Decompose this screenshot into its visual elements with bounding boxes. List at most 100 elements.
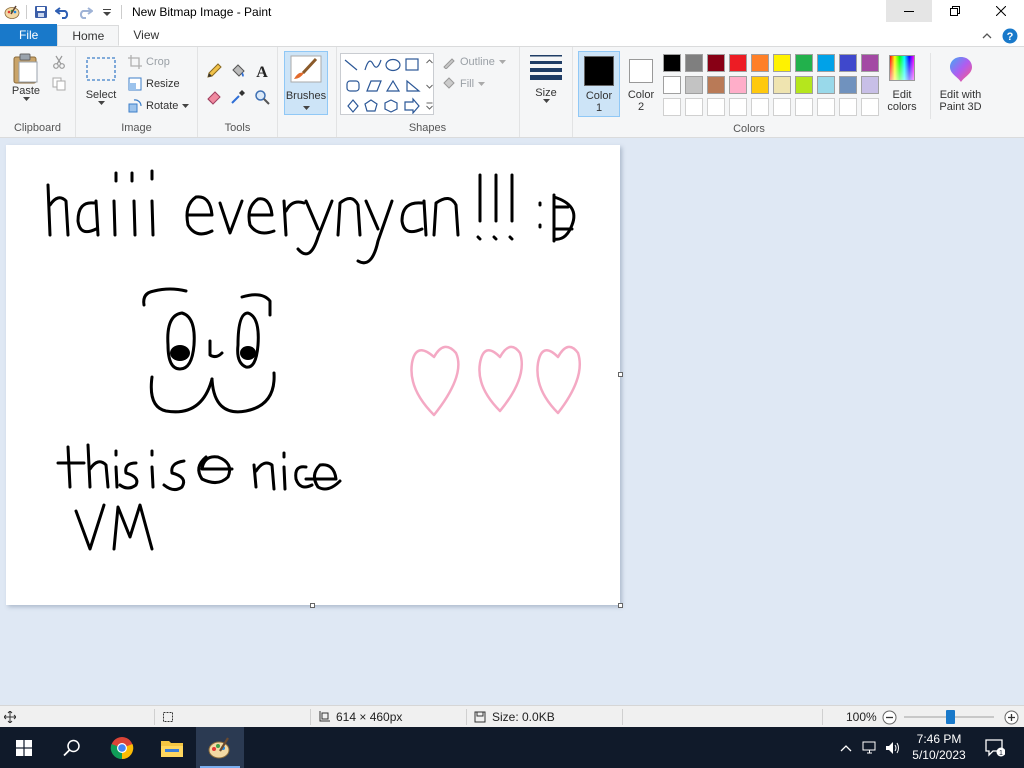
color2-button[interactable]: Color 2: [622, 51, 660, 117]
taskbar-paint[interactable]: [196, 727, 244, 768]
palette-swatch[interactable]: [729, 54, 747, 72]
color-picker-icon[interactable]: [230, 89, 246, 105]
palette-swatch[interactable]: [663, 76, 681, 94]
drawing-canvas[interactable]: [6, 145, 620, 605]
resize-handle-right[interactable]: [618, 372, 623, 377]
search-button[interactable]: [48, 727, 96, 768]
paint-app-icon[interactable]: [4, 4, 20, 20]
palette-swatch[interactable]: [861, 98, 879, 116]
zoom-slider-thumb[interactable]: [946, 710, 955, 724]
taskbar-clock[interactable]: 7:46 PM 5/10/2023: [902, 731, 976, 763]
tab-home[interactable]: Home: [57, 25, 120, 46]
edit-with-paint3d-button[interactable]: Edit with Paint 3D: [930, 53, 990, 119]
palette-swatch[interactable]: [751, 76, 769, 94]
tab-view[interactable]: View: [119, 24, 173, 46]
image-group-label: Image: [121, 122, 152, 134]
chrome-icon: [110, 736, 134, 759]
palette-swatch[interactable]: [773, 54, 791, 72]
resize-button[interactable]: Resize: [128, 77, 180, 91]
select-button[interactable]: Select: [82, 55, 120, 105]
customize-qat-icon[interactable]: [99, 4, 115, 20]
start-button[interactable]: [0, 727, 48, 768]
palette-swatch[interactable]: [685, 98, 703, 116]
fill-bucket-icon[interactable]: [230, 63, 246, 79]
outline-button[interactable]: Outline: [442, 55, 506, 69]
resize-label: Resize: [146, 78, 180, 90]
speaker-icon: [886, 741, 899, 754]
network-status[interactable]: [860, 727, 880, 768]
notifications-button[interactable]: 1: [980, 727, 1010, 768]
zoom-out-icon[interactable]: [882, 710, 897, 725]
close-button[interactable]: [978, 0, 1024, 22]
cursor-position-icon: [4, 711, 16, 723]
tabs-right-controls: ?: [982, 28, 1018, 44]
edit-colors-button[interactable]: Edit colors: [880, 53, 924, 119]
chevron-down-icon: [498, 60, 506, 64]
eraser-icon[interactable]: [206, 89, 222, 105]
magnifier-icon[interactable]: [254, 89, 270, 105]
resize-handle-corner[interactable]: [618, 603, 623, 608]
palette-swatch[interactable]: [707, 76, 725, 94]
palette-swatch[interactable]: [751, 54, 769, 72]
palette-swatch[interactable]: [663, 54, 681, 72]
palette-swatch[interactable]: [685, 76, 703, 94]
palette-swatch[interactable]: [861, 76, 879, 94]
minimize-button[interactable]: [886, 0, 932, 22]
help-icon[interactable]: ?: [1002, 28, 1018, 44]
rotate-button[interactable]: Rotate: [128, 99, 190, 113]
palette-swatch[interactable]: [861, 54, 879, 72]
palette-swatch[interactable]: [685, 54, 703, 72]
palette-swatch[interactable]: [817, 76, 835, 94]
zoom-in-icon[interactable]: [1004, 710, 1019, 725]
taskbar-chrome[interactable]: [98, 727, 146, 768]
text-icon[interactable]: A: [254, 63, 270, 79]
redo-icon[interactable]: [77, 4, 93, 20]
palette-swatch[interactable]: [707, 98, 725, 116]
palette-swatch[interactable]: [729, 76, 747, 94]
cut-icon[interactable]: [52, 55, 66, 69]
undo-icon[interactable]: [55, 4, 71, 20]
crop-button[interactable]: Crop: [128, 55, 170, 69]
palette-swatch[interactable]: [795, 98, 813, 116]
copy-icon[interactable]: [52, 77, 66, 91]
image-group: Select Crop Resize Rotate Image: [76, 47, 198, 137]
volume-control[interactable]: [884, 727, 902, 768]
fill-button[interactable]: Fill: [442, 77, 486, 91]
palette-swatch[interactable]: [773, 98, 791, 116]
color1-button[interactable]: Color 1: [578, 51, 620, 117]
qat-separator: [121, 5, 122, 19]
size-button[interactable]: Size: [526, 53, 566, 103]
palette-swatch[interactable]: [839, 98, 857, 116]
shapes-gallery[interactable]: [340, 53, 434, 115]
title-bar: New Bitmap Image - Paint: [0, 0, 1024, 24]
color1-label: Color 1: [579, 90, 619, 114]
tab-file[interactable]: File: [0, 24, 58, 46]
show-hidden-icons[interactable]: [836, 727, 856, 768]
paint-icon: [208, 736, 230, 758]
palette-swatch[interactable]: [839, 76, 857, 94]
status-bar: 614 × 460px Size: 0.0KB 100%: [0, 705, 1024, 727]
shapes-group: Outline Fill Shapes: [336, 47, 520, 137]
palette-swatch[interactable]: [663, 98, 681, 116]
rotate-label: Rotate: [146, 100, 179, 112]
restore-button[interactable]: [932, 0, 978, 22]
brushes-button[interactable]: Brushes: [284, 51, 328, 115]
paste-button[interactable]: Paste: [6, 53, 46, 101]
palette-swatch[interactable]: [795, 76, 813, 94]
save-icon[interactable]: [33, 4, 49, 20]
palette-swatch[interactable]: [839, 54, 857, 72]
pencil-icon[interactable]: [206, 63, 222, 79]
paste-icon: [13, 53, 38, 84]
palette-swatch[interactable]: [773, 76, 791, 94]
palette-swatch[interactable]: [729, 98, 747, 116]
taskbar-file-explorer[interactable]: [148, 727, 196, 768]
minimize-ribbon-icon[interactable]: [982, 32, 992, 40]
palette-swatch[interactable]: [817, 98, 835, 116]
palette-swatch[interactable]: [817, 54, 835, 72]
resize-handle-bottom[interactable]: [310, 603, 315, 608]
palette-swatch[interactable]: [707, 54, 725, 72]
window-title: New Bitmap Image - Paint: [132, 5, 272, 19]
shapes-gallery-scroll-icon[interactable]: [426, 57, 433, 113]
palette-swatch[interactable]: [751, 98, 769, 116]
palette-swatch[interactable]: [795, 54, 813, 72]
